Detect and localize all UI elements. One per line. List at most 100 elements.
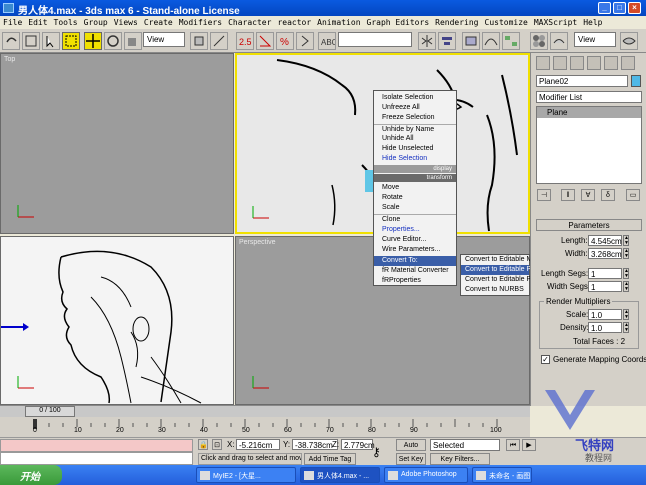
menu-reactor[interactable]: reactor [277, 18, 311, 27]
z-coord-field[interactable]: 2.779cm [341, 439, 375, 450]
viewport-left[interactable] [0, 236, 234, 405]
task-photoshop[interactable]: Adobe Photoshop [384, 467, 468, 483]
menu-convert-nurbs[interactable]: Convert to NURBS [461, 285, 529, 295]
menu-convert-to[interactable]: Convert To: [374, 256, 456, 266]
configure-sets-icon[interactable]: ▭ [626, 189, 640, 201]
modify-tab-icon[interactable] [553, 56, 567, 70]
minimize-button[interactable]: _ [598, 2, 611, 14]
task-myie[interactable]: MyIE2 - [大星... [196, 467, 296, 483]
reference-coord-dropdown[interactable]: View [143, 32, 185, 47]
menu-rendering[interactable]: Rendering [435, 18, 478, 27]
menu-file[interactable]: File [3, 18, 22, 27]
menu-freeze-selection[interactable]: Freeze Selection [374, 113, 456, 123]
utilities-tab-icon[interactable] [621, 56, 635, 70]
set-key-button[interactable]: Set Key [396, 453, 426, 465]
menu-hide-unselected[interactable]: Hide Unselected [374, 144, 456, 154]
edit-named-sel-icon[interactable]: ABC [318, 32, 338, 50]
length-segs-field[interactable]: 1 [588, 268, 622, 279]
menu-clone[interactable]: Clone [374, 214, 456, 224]
select-link-icon[interactable] [22, 32, 40, 50]
select-rotate-icon[interactable] [104, 32, 122, 50]
menu-convert-editable-poly[interactable]: Convert to Editable Poly [461, 265, 540, 275]
density-spinner[interactable]: ▲ ▼ [623, 322, 629, 333]
menu-wire-parameters[interactable]: Wire Parameters... [374, 245, 456, 255]
select-scale-icon[interactable] [124, 32, 142, 50]
menu-create[interactable]: Create [144, 18, 173, 27]
hierarchy-tab-icon[interactable] [570, 56, 584, 70]
track-bar[interactable]: 0 10 20 30 40 50 60 70 80 90 100 [0, 417, 530, 437]
undo-icon[interactable] [2, 32, 20, 50]
render-scene-icon[interactable] [550, 32, 568, 50]
viewport-top[interactable]: Top [0, 53, 234, 234]
menu-unfreeze-all[interactable]: Unfreeze All [374, 103, 456, 113]
pivot-center-icon[interactable] [190, 32, 208, 50]
menu-maxscript[interactable]: MAXScript [534, 18, 577, 27]
schematic-view-icon[interactable] [502, 32, 520, 50]
percent-snap-icon[interactable]: % [276, 32, 294, 50]
maxscript-listener[interactable] [0, 439, 193, 452]
menu-customize[interactable]: Customize [485, 18, 528, 27]
viewport-label[interactable]: Top [4, 56, 15, 63]
mirror-icon[interactable] [418, 32, 436, 50]
snap-toggle-icon[interactable]: 2.5 [236, 32, 254, 50]
menu-edit[interactable]: Edit [28, 18, 47, 27]
stack-item-plane[interactable]: Plane [537, 107, 641, 118]
menu-move[interactable]: Move [374, 183, 456, 193]
make-unique-icon[interactable]: ∀ [581, 189, 595, 201]
scale-field[interactable]: 1.0 [588, 309, 622, 320]
width-field[interactable]: 3.268cm [588, 248, 622, 259]
length-segs-spinner[interactable]: ▲ ▼ [623, 268, 629, 279]
menu-graph-editors[interactable]: Graph Editors [367, 18, 430, 27]
material-editor-icon[interactable] [530, 32, 548, 50]
menu-unhide-all[interactable]: Unhide All [374, 134, 456, 144]
menu-unhide-by-name[interactable]: Unhide by Name [374, 124, 456, 134]
menu-fr-properties[interactable]: fRProperties [374, 276, 456, 286]
menu-fr-material-converter[interactable]: fR Material Converter [374, 266, 456, 276]
select-object-icon[interactable] [42, 32, 60, 50]
menu-animation[interactable]: Animation [317, 18, 360, 27]
object-name-field[interactable]: Plane02 [536, 75, 628, 87]
maxscript-mini[interactable] [0, 452, 193, 465]
menu-character[interactable]: Character [228, 18, 271, 27]
key-icon[interactable]: ⚷ [372, 445, 390, 459]
menu-scale[interactable]: Scale [374, 203, 456, 213]
select-manipulate-icon[interactable] [210, 32, 228, 50]
task-3dsmax[interactable]: 男人体4.max - ... [300, 467, 380, 483]
object-color-swatch[interactable] [631, 75, 641, 87]
menu-convert-editable-patch[interactable]: Convert to Editable Patch [461, 275, 544, 285]
width-segs-spinner[interactable]: ▲ ▼ [623, 281, 629, 292]
show-end-result-icon[interactable]: ‖ [561, 189, 575, 201]
lock-selection-icon[interactable]: 🔒 [198, 439, 208, 450]
layer-manager-icon[interactable] [462, 32, 480, 50]
time-slider[interactable]: 0 / 100 [0, 405, 530, 417]
display-tab-icon[interactable] [604, 56, 618, 70]
add-time-tag-button[interactable]: Add Time Tag [304, 453, 356, 465]
named-selection-field[interactable] [338, 32, 412, 47]
width-spinner[interactable]: ▲ ▼ [623, 248, 629, 259]
length-field[interactable]: 4.545cm [588, 235, 622, 246]
select-move-icon[interactable] [84, 32, 102, 50]
align-icon[interactable] [438, 32, 456, 50]
render-type-dropdown[interactable]: View [574, 32, 616, 47]
absolute-mode-icon[interactable]: ⊡ [212, 439, 222, 450]
menu-isolate-selection[interactable]: Isolate Selection [374, 93, 456, 103]
viewport-label[interactable]: Perspective [239, 239, 276, 246]
quick-render-icon[interactable] [620, 32, 638, 50]
modifier-list-dropdown[interactable]: Modifier List [536, 91, 642, 103]
x-coord-field[interactable]: -5.216cm [236, 439, 280, 450]
task-paint[interactable]: 未命名 - 画图 [472, 467, 532, 483]
menu-help[interactable]: Help [583, 18, 602, 27]
width-segs-field[interactable]: 1 [588, 281, 622, 292]
go-to-start-icon[interactable]: ⏮ [506, 439, 520, 451]
menu-hide-selection[interactable]: Hide Selection [374, 154, 456, 164]
time-slider-thumb[interactable]: 0 / 100 [25, 406, 75, 417]
density-field[interactable]: 1.0 [588, 322, 622, 333]
menu-tools[interactable]: Tools [54, 18, 78, 27]
menu-views[interactable]: Views [114, 18, 138, 27]
motion-tab-icon[interactable] [587, 56, 601, 70]
pin-stack-icon[interactable]: ⊣ [537, 189, 551, 201]
menu-rotate[interactable]: Rotate [374, 193, 456, 203]
menu-group[interactable]: Group [84, 18, 108, 27]
key-filters-button[interactable]: Key Filters... [430, 453, 490, 465]
remove-modifier-icon[interactable]: δ [601, 189, 615, 201]
